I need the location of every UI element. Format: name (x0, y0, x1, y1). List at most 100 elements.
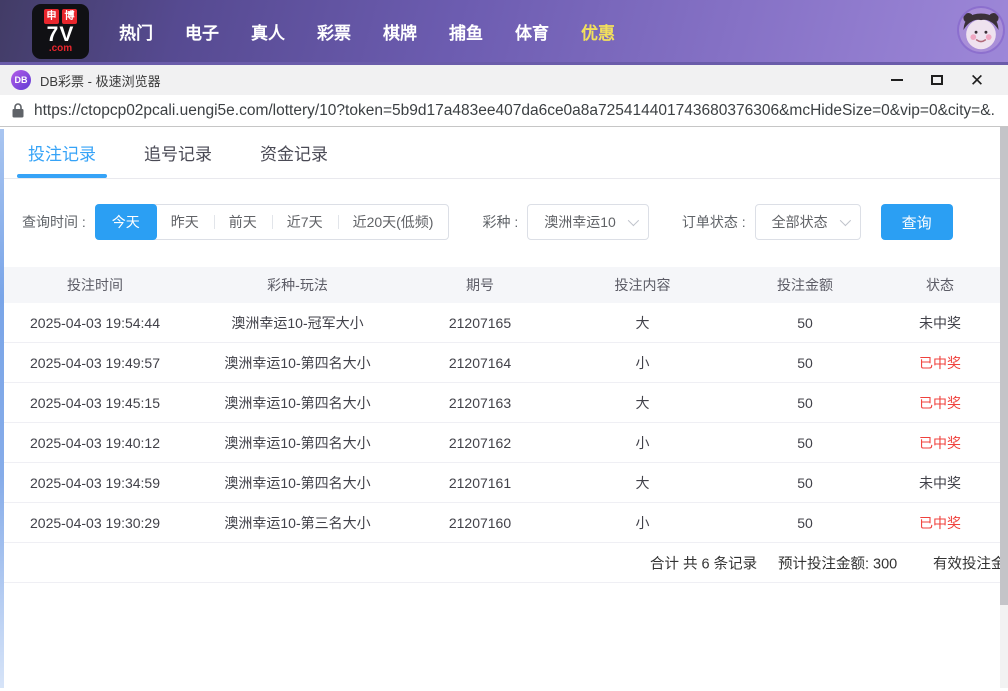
browser-titlebar: DB DB彩票 - 极速浏览器 ✕ (0, 62, 1008, 95)
close-icon: ✕ (970, 72, 984, 89)
table-header-cell: 彩种-玩法 (190, 275, 405, 295)
cell-bet-time: 2025-04-03 19:34:59 (0, 475, 190, 491)
nav-item-热门[interactable]: 热门 (103, 19, 169, 44)
time-option-前天[interactable]: 前天 (214, 205, 272, 239)
logo-suffix: .com (49, 44, 72, 53)
nav-item-捕鱼[interactable]: 捕鱼 (433, 19, 499, 44)
cell-bet-time: 2025-04-03 19:54:44 (0, 315, 190, 331)
logo-badges: 申 博 (44, 9, 77, 24)
nav-menu: 热门电子真人彩票棋牌捕鱼体育优惠 (103, 19, 631, 44)
table-row: 2025-04-03 19:40:12澳洲幸运10-第四名大小21207162小… (0, 423, 1008, 463)
nav-item-电子[interactable]: 电子 (169, 19, 235, 44)
cell-issue-number: 21207160 (405, 515, 555, 531)
table-row: 2025-04-03 19:54:44澳洲幸运10-冠军大小21207165大5… (0, 303, 1008, 343)
cell-bet-time: 2025-04-03 19:45:15 (0, 395, 190, 411)
table-row: 2025-04-03 19:30:29澳洲幸运10-第三名大小21207160小… (0, 503, 1008, 543)
cell-status-badge: 已中奖 (880, 393, 1000, 413)
table-row: 2025-04-03 19:34:59澳洲幸运10-第四名大小21207161大… (0, 463, 1008, 503)
time-filter-label: 查询时间 : (22, 212, 86, 232)
cell-bet-amount: 50 (730, 355, 880, 371)
bet-records-table: 投注时间彩种-玩法期号投注内容投注金额状态 2025-04-03 19:54:4… (0, 267, 1008, 583)
cell-bet-amount: 50 (730, 315, 880, 331)
window-title: DB彩票 - 极速浏览器 (40, 71, 161, 90)
table-row: 2025-04-03 19:45:15澳洲幸运10-第四名大小21207163大… (0, 383, 1008, 423)
nav-item-真人[interactable]: 真人 (235, 19, 301, 44)
app-window: 申 博 7V .com 热门电子真人彩票棋牌捕鱼体育优惠 DB (0, 0, 1008, 688)
nav-item-体育[interactable]: 体育 (499, 19, 565, 44)
tab-追号记录[interactable]: 追号记录 (144, 127, 212, 178)
cell-bet-amount: 50 (730, 395, 880, 411)
window-controls: ✕ (877, 66, 997, 94)
lottery-select[interactable]: 澳洲幸运10 (527, 204, 649, 240)
logo-text: 7V (47, 25, 75, 44)
cell-issue-number: 21207164 (405, 355, 555, 371)
table-header-cell: 投注金额 (730, 275, 880, 295)
cell-bet-content: 小 (555, 433, 730, 453)
table-body: 2025-04-03 19:54:44澳洲幸运10-冠军大小21207165大5… (0, 303, 1008, 543)
nav-item-棋牌[interactable]: 棋牌 (367, 19, 433, 44)
url-text[interactable]: https://ctopcp02pcali.uengi5e.com/lotter… (34, 102, 996, 120)
status-filter-label: 订单状态 : (682, 212, 746, 232)
summary-expected-amount: 预计投注金额: 300 (778, 552, 897, 573)
table-summary-row: 合计 共 6 条记录 预计投注金额: 300 有效投注金额 (0, 543, 1000, 583)
browser-favicon-icon: DB (11, 70, 31, 90)
cell-status-badge: 已中奖 (880, 433, 1000, 453)
lottery-select-value: 澳洲幸运10 (544, 212, 616, 232)
time-option-近20天(低频)[interactable]: 近20天(低频) (338, 205, 449, 239)
table-header-cell: 期号 (405, 275, 555, 295)
cell-bet-amount: 50 (730, 475, 880, 491)
record-tabs: 投注记录追号记录资金记录 (0, 127, 1008, 179)
order-status-select[interactable]: 全部状态 (755, 204, 861, 240)
search-button[interactable]: 查询 (881, 204, 953, 240)
close-button[interactable]: ✕ (957, 66, 997, 94)
table-header-cell: 状态 (880, 275, 1000, 295)
window-edge-glow (0, 129, 4, 688)
order-status-select-value: 全部状态 (772, 212, 828, 232)
page-content: 投注记录追号记录资金记录 查询时间 : 今天昨天前天近7天近20天(低频) 彩种… (0, 127, 1008, 688)
cell-issue-number: 21207163 (405, 395, 555, 411)
cell-status-badge: 已中奖 (880, 353, 1000, 373)
cell-status-badge: 未中奖 (880, 473, 1000, 493)
cell-bet-content: 大 (555, 473, 730, 493)
cell-lottery-play: 澳洲幸运10-第四名大小 (190, 393, 405, 413)
cell-bet-content: 小 (555, 353, 730, 373)
cell-lottery-play: 澳洲幸运10-第四名大小 (190, 353, 405, 373)
time-option-昨天[interactable]: 昨天 (156, 205, 214, 239)
chevron-down-icon (839, 215, 850, 226)
cell-issue-number: 21207161 (405, 475, 555, 491)
time-option-今天[interactable]: 今天 (95, 204, 157, 240)
minimize-button[interactable] (877, 66, 917, 94)
cell-lottery-play: 澳洲幸运10-冠军大小 (190, 313, 405, 333)
time-option-近7天[interactable]: 近7天 (272, 205, 338, 239)
top-nav: 申 博 7V .com 热门电子真人彩票棋牌捕鱼体育优惠 (0, 0, 1008, 62)
nav-item-优惠[interactable]: 优惠 (565, 19, 631, 44)
tab-资金记录[interactable]: 资金记录 (260, 127, 328, 178)
minimize-icon (891, 79, 903, 81)
cell-bet-time: 2025-04-03 19:40:12 (0, 435, 190, 451)
lock-icon (12, 103, 24, 118)
table-header-row: 投注时间彩种-玩法期号投注内容投注金额状态 (0, 267, 1008, 303)
cell-lottery-play: 澳洲幸运10-第四名大小 (190, 473, 405, 493)
avatar-image (959, 8, 1003, 52)
scrollbar-thumb[interactable] (1000, 127, 1008, 605)
table-row: 2025-04-03 19:49:57澳洲幸运10-第四名大小21207164小… (0, 343, 1008, 383)
vertical-scrollbar[interactable] (1000, 127, 1008, 688)
user-avatar[interactable] (959, 8, 1003, 52)
logo-badge-left: 申 (44, 9, 59, 24)
maximize-button[interactable] (917, 66, 957, 94)
cell-bet-content: 大 (555, 313, 730, 333)
summary-valid-amount: 有效投注金额 (933, 552, 1000, 573)
tab-投注记录[interactable]: 投注记录 (28, 127, 96, 178)
cell-status-badge: 未中奖 (880, 313, 1000, 333)
cell-bet-time: 2025-04-03 19:30:29 (0, 515, 190, 531)
cell-issue-number: 21207165 (405, 315, 555, 331)
browser-urlbar: https://ctopcp02pcali.uengi5e.com/lotter… (0, 95, 1008, 127)
filter-bar: 查询时间 : 今天昨天前天近7天近20天(低频) 彩种 : 澳洲幸运10 订单状… (22, 204, 1008, 240)
nav-item-彩票[interactable]: 彩票 (301, 19, 367, 44)
cell-bet-amount: 50 (730, 515, 880, 531)
site-logo[interactable]: 申 博 7V .com (32, 4, 89, 59)
logo-badge-right: 博 (62, 9, 77, 24)
cell-status-badge: 已中奖 (880, 513, 1000, 533)
cell-bet-content: 大 (555, 393, 730, 413)
maximize-icon (931, 75, 943, 85)
